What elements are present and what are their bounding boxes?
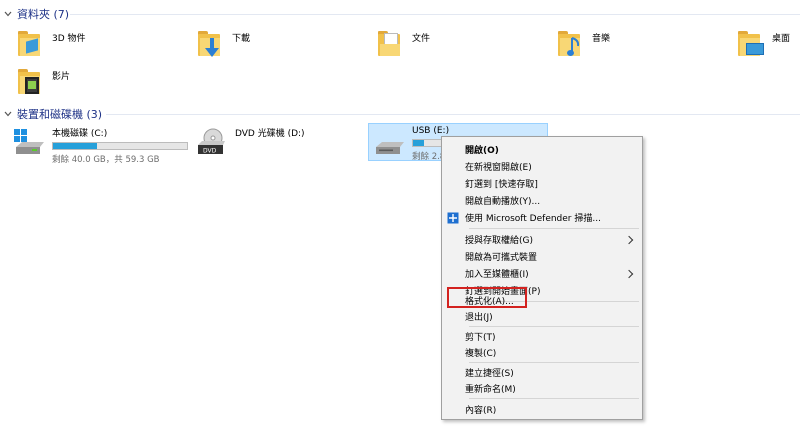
menu-item-open[interactable]: 開啟(O) [443, 141, 641, 158]
group-divider [70, 14, 800, 15]
submenu-arrow-icon [624, 235, 634, 244]
chevron-down-icon [4, 11, 12, 17]
menu-item-properties[interactable]: 內容(R) [443, 401, 641, 418]
context-menu: 開啟(O) 在新視窗開啟(E) 釘選到 [快速存取] 開啟自動播放(Y)... … [441, 136, 643, 420]
menu-item-eject[interactable]: 退出(J) [443, 308, 641, 325]
folder-videos[interactable]: 影片 [18, 64, 70, 104]
menu-separator [469, 228, 639, 229]
menu-item-defender-scan[interactable]: 使用 Microsoft Defender 掃描... [443, 209, 641, 226]
folder-music[interactable]: 音樂 [558, 26, 610, 66]
folder-label: 3D 物件 [52, 34, 86, 44]
devices-group-header[interactable]: 裝置和磁碟機 (3) [0, 106, 800, 122]
menu-item-cut[interactable]: 剪下(T) [443, 328, 641, 345]
menu-separator [469, 326, 639, 327]
usb-drive-icon [372, 127, 406, 157]
dvd-drive-icon: DVD [195, 127, 229, 157]
drive-name: 本機磁碟 (C:) [52, 129, 108, 139]
svg-text:DVD: DVD [203, 148, 217, 155]
folder-label: 下載 [232, 34, 251, 44]
folder-documents[interactable]: 文件 [378, 26, 430, 66]
videos-folder-icon [18, 68, 46, 94]
menu-item-add-library[interactable]: 加入至媒體櫃(I) [443, 265, 641, 282]
desktop-folder-icon [738, 30, 766, 56]
local-disk-icon [12, 127, 46, 157]
drive-d[interactable]: DVD DVD 光碟機 (D:) [195, 124, 305, 160]
menu-item-grant-access[interactable]: 授與存取權給(G) [443, 231, 641, 248]
submenu-arrow-icon [624, 269, 634, 278]
3d-objects-folder-icon [18, 30, 46, 56]
chevron-down-icon [4, 111, 12, 117]
menu-item-create-shortcut[interactable]: 建立捷徑(S) [443, 364, 641, 381]
folders-group-header[interactable]: 資料夾 (7) [0, 6, 800, 22]
highlight-annotation [447, 287, 527, 308]
devices-group-title: 裝置和磁碟機 (3) [17, 108, 103, 121]
menu-separator [469, 398, 639, 399]
drive-space-text: 剩餘 40.0 GB，共 59.3 GB [52, 155, 160, 165]
documents-folder-icon [378, 30, 406, 56]
folder-label: 影片 [52, 72, 71, 82]
menu-item-open-portable[interactable]: 開啟為可攜式裝置 [443, 248, 641, 265]
drive-name: USB (E:) [412, 126, 450, 136]
menu-separator [469, 362, 639, 363]
folder-downloads[interactable]: 下載 [198, 26, 250, 66]
drive-c[interactable]: 本機磁碟 (C:) 剩餘 40.0 GB，共 59.3 GB [12, 124, 188, 165]
menu-item-copy[interactable]: 複製(C) [443, 344, 641, 361]
music-folder-icon [558, 30, 586, 56]
folder-3d-objects[interactable]: 3D 物件 [18, 26, 86, 66]
folders-group-title: 資料夾 (7) [17, 8, 70, 21]
menu-item-open-new-window[interactable]: 在新視窗開啟(E) [443, 158, 641, 175]
folder-label: 文件 [412, 34, 431, 44]
folder-label: 音樂 [592, 34, 611, 44]
folder-desktop[interactable]: 桌面 [738, 26, 790, 66]
downloads-folder-icon [198, 30, 226, 57]
drive-usage-bar [52, 142, 188, 150]
menu-item-open-autoplay[interactable]: 開啟自動播放(Y)... [443, 192, 641, 209]
menu-item-pin-quick-access[interactable]: 釘選到 [快速存取] [443, 175, 641, 192]
menu-item-rename[interactable]: 重新命名(M) [443, 380, 641, 397]
folder-label: 桌面 [772, 34, 791, 44]
defender-shield-icon [447, 212, 459, 223]
drive-name: DVD 光碟機 (D:) [235, 129, 305, 139]
group-divider [106, 114, 800, 115]
